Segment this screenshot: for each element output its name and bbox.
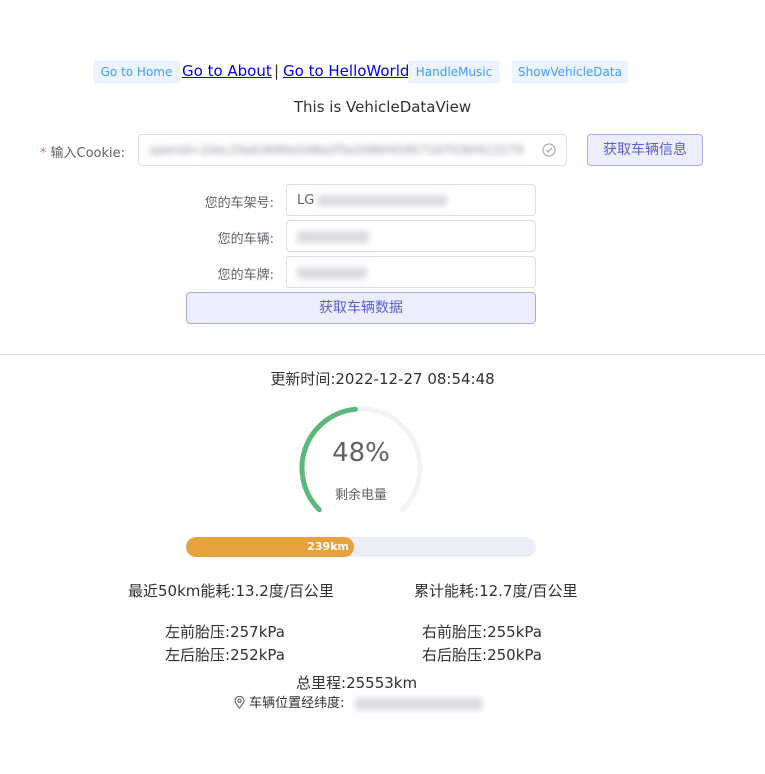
plate-field[interactable] (286, 256, 536, 288)
model-redacted (297, 229, 369, 244)
top-nav: Go to Home Go to About | Go to HelloWorl… (0, 60, 765, 84)
total-mileage: 总里程:25553km (296, 674, 418, 692)
plate-redacted (297, 265, 367, 280)
update-time-label: 更新时间: (270, 370, 336, 388)
update-time-value: 2022-12-27 08:54:48 (335, 370, 495, 388)
battery-percent: 48% (332, 438, 390, 468)
cookie-input[interactable]: openid=10ec29a63690e548a2f5e208bf4595716… (138, 134, 567, 166)
range-progress-bar: 239km (186, 537, 536, 557)
range-progress-fill: 239km (186, 537, 354, 557)
total-consumption: 累计能耗:12.7度/百公里 (414, 582, 578, 600)
vin-field[interactable]: LG (286, 184, 536, 216)
location-label: 车辆位置经纬度: (249, 696, 345, 711)
tire-front-right: 右前胎压:255kPa (422, 623, 542, 641)
view-title: This is VehicleDataView (293, 98, 472, 116)
cookie-label-text: 输入Cookie: (50, 146, 126, 161)
fetch-vehicle-info-button[interactable]: 获取车辆信息 (587, 134, 703, 166)
vin-redacted (317, 195, 448, 206)
nav-separator: | (274, 62, 280, 80)
tire-front-left: 左前胎压:257kPa (165, 623, 285, 641)
location-redacted (354, 697, 483, 710)
section-divider (0, 354, 765, 355)
recent-consumption: 最近50km能耗:13.2度/百公里 (128, 582, 334, 600)
vehicle-location: 车辆位置经纬度: (234, 692, 483, 711)
show-vehicle-data-button[interactable]: ShowVehicleData (512, 60, 628, 84)
range-text: 239km (307, 540, 349, 553)
handle-music-button[interactable]: HandleMusic (408, 60, 500, 84)
vin-value: LG (297, 193, 448, 208)
tire-rear-right: 右后胎压:250kPa (422, 646, 542, 664)
go-about-link[interactable]: Go to About (182, 60, 272, 84)
tire-rear-left: 左后胎压:252kPa (165, 646, 285, 664)
fetch-vehicle-data-button[interactable]: 获取车辆数据 (186, 292, 536, 324)
location-pin-icon (234, 696, 245, 709)
vin-label: 您的车架号: (204, 196, 274, 211)
update-time: 更新时间:2022-12-27 08:54:48 (0, 368, 765, 389)
plate-label: 您的车牌: (217, 268, 274, 283)
model-label: 您的车辆: (217, 232, 274, 247)
model-field[interactable] (286, 220, 536, 252)
go-helloworld-link[interactable]: Go to HelloWorld (283, 60, 409, 84)
required-mark: * (40, 146, 47, 161)
cookie-value: openid=10ec29a63690e548a2f5e208bf4595716… (149, 143, 524, 157)
go-home-button[interactable]: Go to Home (93, 60, 180, 84)
battery-label: 剩余电量 (334, 488, 387, 503)
check-circle-icon (542, 143, 556, 157)
cookie-label: * 输入Cookie: (40, 142, 125, 161)
